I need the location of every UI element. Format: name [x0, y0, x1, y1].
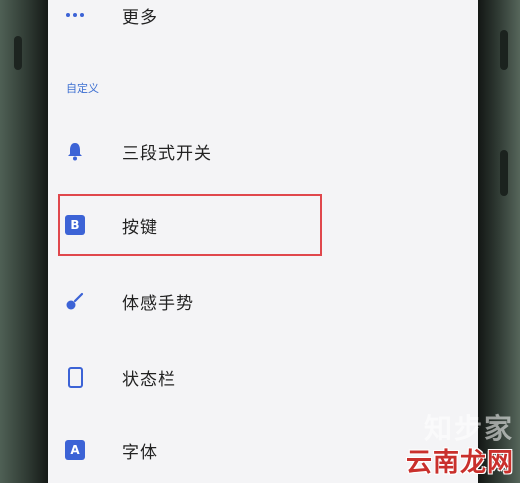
highlight-box: [58, 194, 322, 256]
menu-item-label: 更多: [122, 7, 158, 28]
a-square-icon-glyph: A: [65, 440, 85, 460]
menu-item-more[interactable]: 更多: [48, 0, 478, 40]
menu-item-label: 三段式开关: [122, 143, 212, 164]
gesture-icon: [64, 290, 86, 312]
power-button: [500, 150, 508, 196]
a-square-icon: A: [64, 439, 86, 461]
watermark-top: 知步家: [423, 412, 514, 445]
menu-item-status-bar[interactable]: 状态栏: [48, 352, 478, 402]
menu-item-motion-gestures[interactable]: 体感手势: [48, 276, 478, 326]
watermark-bottom: 云南龙网: [405, 448, 514, 478]
settings-screen: 更多 自定义 三段式开关 B 按键 体感手势 状态栏 A 字体: [48, 0, 478, 483]
volume-button: [14, 36, 22, 70]
bell-icon: [64, 140, 86, 162]
menu-item-label: 字体: [122, 442, 158, 463]
more-dots-icon: [64, 4, 86, 26]
section-title-custom: 自定义: [66, 82, 99, 95]
menu-item-three-stage-switch[interactable]: 三段式开关: [48, 126, 478, 176]
phone-bezel-left: [0, 0, 50, 483]
side-button: [500, 30, 508, 70]
menu-item-label: 体感手势: [122, 293, 194, 314]
menu-item-label: 状态栏: [122, 369, 176, 390]
phone-icon: [64, 366, 86, 388]
